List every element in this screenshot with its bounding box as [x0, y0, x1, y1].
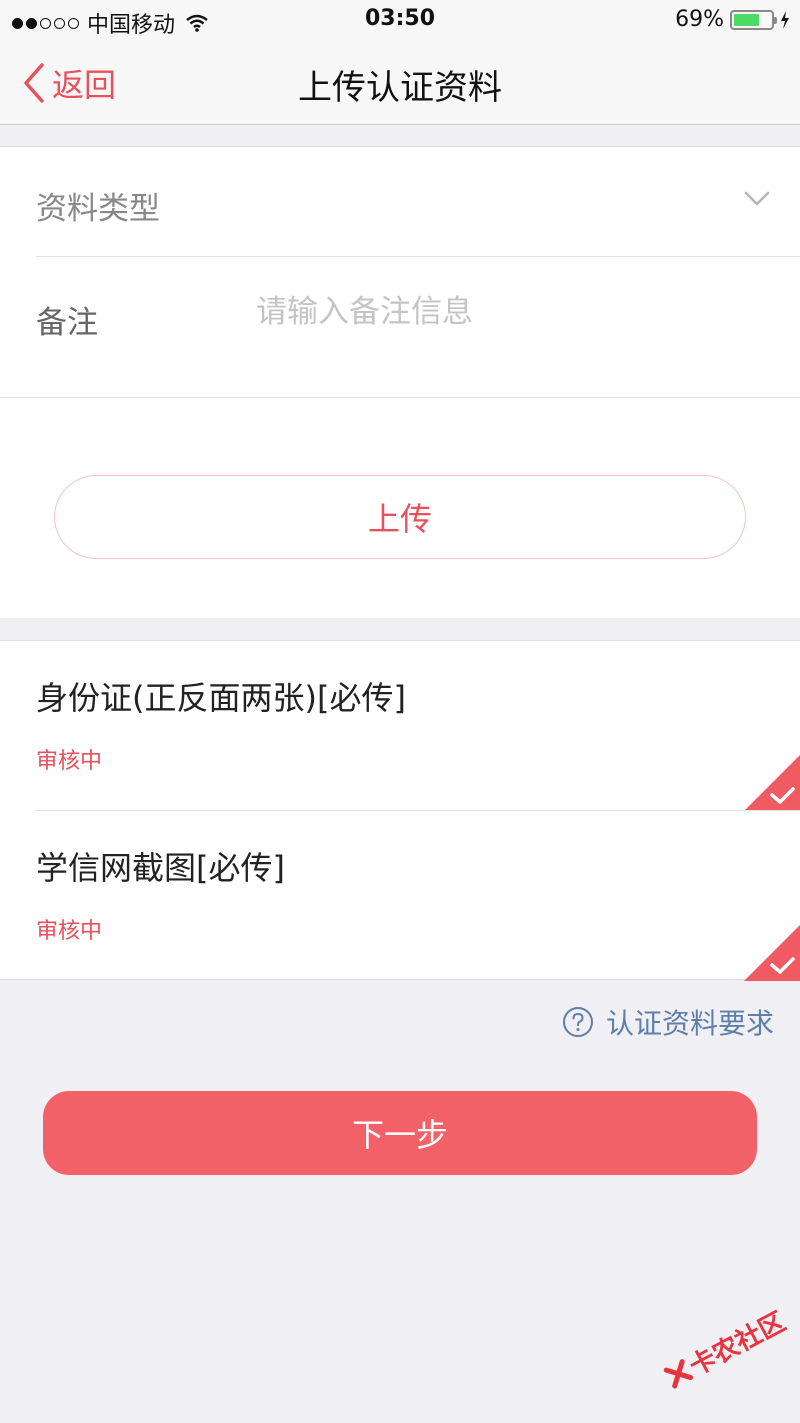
document-status: 审核中	[36, 749, 103, 774]
next-step-button[interactable]: 下一步	[43, 1091, 757, 1175]
nav-bar: 返回 上传认证资料	[0, 40, 800, 125]
material-type-label: 资料类型	[36, 191, 160, 227]
divider	[0, 397, 800, 398]
material-type-select[interactable]: 资料类型	[0, 147, 800, 257]
upload-form: 资料类型 备注 上传	[0, 146, 800, 618]
battery-icon	[730, 9, 777, 30]
document-title: 学信网截图[必传]	[36, 849, 285, 887]
list-item-xuexin[interactable]: 学信网截图[必传] 审核中	[0, 811, 800, 981]
question-circle-icon	[562, 1007, 593, 1037]
battery-percent: 69%	[675, 7, 724, 32]
watermark: 卡农社区	[659, 1302, 791, 1396]
upload-button[interactable]: 上传	[54, 475, 746, 559]
watermark-text: 卡农社区	[684, 1306, 791, 1383]
list-item-id-card[interactable]: 身份证(正反面两张)[必传] 审核中	[0, 641, 800, 811]
battery-fill	[734, 13, 759, 26]
document-title: 身份证(正反面两张)[必传]	[36, 679, 406, 717]
page-title: 上传认证资料	[298, 68, 502, 108]
checkmark-corner-icon	[744, 755, 800, 811]
requirements-link[interactable]: 认证资料要求	[562, 1002, 774, 1042]
note-input[interactable]	[256, 287, 756, 337]
document-list: 身份证(正反面两张)[必传] 审核中 学信网截图[必传] 审核中	[0, 640, 800, 981]
document-status: 审核中	[36, 919, 103, 944]
note-label: 备注	[36, 305, 98, 341]
note-row: 备注	[0, 257, 800, 397]
chevron-down-icon	[744, 191, 770, 206]
requirements-label: 认证资料要求	[605, 1007, 774, 1040]
status-bar: 中国移动 03:50 69%	[0, 0, 800, 40]
status-right: 69%	[675, 7, 790, 32]
charging-bolt-icon	[781, 10, 789, 29]
checkmark-corner-icon	[744, 925, 800, 981]
